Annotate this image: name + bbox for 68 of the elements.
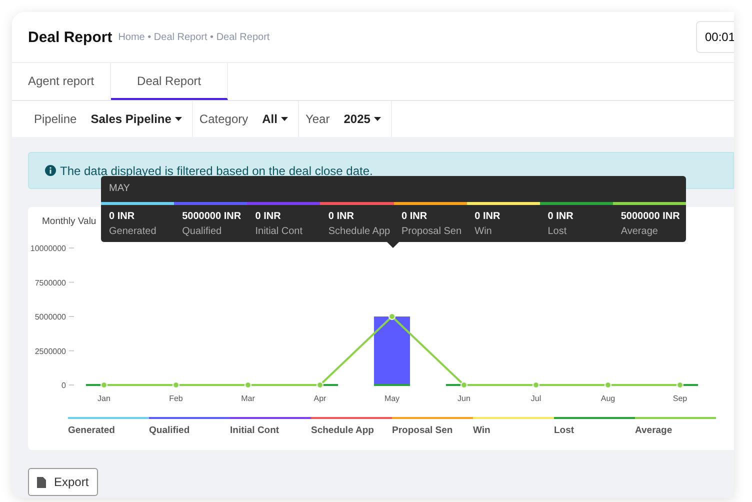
x-axis-label: Jul xyxy=(530,394,542,403)
legend-item[interactable]: Qualified xyxy=(149,417,230,436)
filter-dropdown[interactable]: All xyxy=(262,112,288,126)
line-point xyxy=(244,382,252,388)
tooltip-title: MAY xyxy=(108,182,131,196)
alert-text: The data displayed is filtered based on the deal close date. xyxy=(60,164,373,178)
x-axis-label: Jan xyxy=(98,394,110,403)
x-axis-label: Apr xyxy=(314,394,326,403)
legend-item[interactable]: Proposal Sen xyxy=(392,417,473,436)
breadcrumb: Home • Deal Report • Deal Report xyxy=(118,32,270,42)
tooltip-value: 0 INR xyxy=(109,211,136,222)
caret-icon xyxy=(374,117,382,121)
document-icon xyxy=(37,476,46,488)
tooltip-label: Lost xyxy=(548,226,568,237)
x-axis-label: Mar xyxy=(241,394,255,403)
tooltip-value: 0 INR xyxy=(474,211,502,222)
line-point xyxy=(100,382,108,388)
tooltip-value: 0 INR xyxy=(548,211,574,222)
tooltip-label: Win xyxy=(474,226,493,237)
legend-item[interactable]: Schedule App xyxy=(311,417,392,436)
x-axis-label: Aug xyxy=(600,394,616,403)
x-axis-label: Feb xyxy=(169,394,183,403)
line-point xyxy=(604,382,612,388)
caret-icon xyxy=(281,117,288,121)
legend-item[interactable]: Initial Cont xyxy=(230,417,311,436)
tooltip-label: Initial Cont xyxy=(255,226,304,237)
filter-dropdown[interactable]: Sales Pipeline xyxy=(90,112,182,126)
y-axis-label: 0 xyxy=(62,381,66,390)
legend-item[interactable]: Average xyxy=(635,417,716,436)
y-axis-label: 5000000 xyxy=(34,312,66,322)
line-point xyxy=(460,382,468,388)
y-axis-label: 10000000 xyxy=(30,244,66,253)
bar xyxy=(374,316,410,385)
chart-title: Monthly Valu xyxy=(42,216,96,227)
line-point xyxy=(172,382,180,388)
legend-item[interactable]: Win xyxy=(473,417,554,436)
filter-label: Pipeline xyxy=(34,112,77,126)
tooltip-label: Average xyxy=(620,226,659,237)
line-point xyxy=(388,313,396,320)
filter-label: Year xyxy=(305,112,330,126)
baseline-bar xyxy=(374,384,410,386)
caret-icon xyxy=(175,117,182,121)
legend-item[interactable]: Generated xyxy=(68,417,149,436)
x-axis-label: Sep xyxy=(672,394,688,403)
tooltip-value: 5000000 INR xyxy=(182,211,242,222)
filter-label: Category xyxy=(199,112,248,126)
y-axis-label: 2500000 xyxy=(34,346,66,356)
line-point xyxy=(532,382,540,388)
tooltip-value: 0 INR xyxy=(328,211,355,222)
tooltip-label: Schedule App xyxy=(328,226,392,237)
timer-display: 00:01 xyxy=(696,21,734,53)
export-button[interactable]: Export xyxy=(28,468,98,496)
tooltip-value: 0 INR xyxy=(255,211,282,222)
tooltip-value: 5000000 INR xyxy=(620,211,681,222)
line-point xyxy=(316,382,324,388)
info-icon xyxy=(45,165,56,176)
line-point xyxy=(676,382,684,388)
filter-dropdown[interactable]: 2025 xyxy=(344,112,382,126)
tooltip-value: 0 INR xyxy=(402,211,428,222)
x-axis-label: May xyxy=(384,394,400,403)
page-title: Deal Report xyxy=(28,28,112,46)
legend-item[interactable]: Lost xyxy=(554,417,635,436)
x-axis-label: Jun xyxy=(458,394,470,403)
tooltip-label: Qualified xyxy=(182,226,223,237)
tooltip-label: Generated xyxy=(109,226,158,237)
tab[interactable]: Deal Report xyxy=(111,63,228,100)
y-axis-label: 7500000 xyxy=(34,278,66,288)
tooltip-label: Proposal Sen xyxy=(402,226,463,237)
